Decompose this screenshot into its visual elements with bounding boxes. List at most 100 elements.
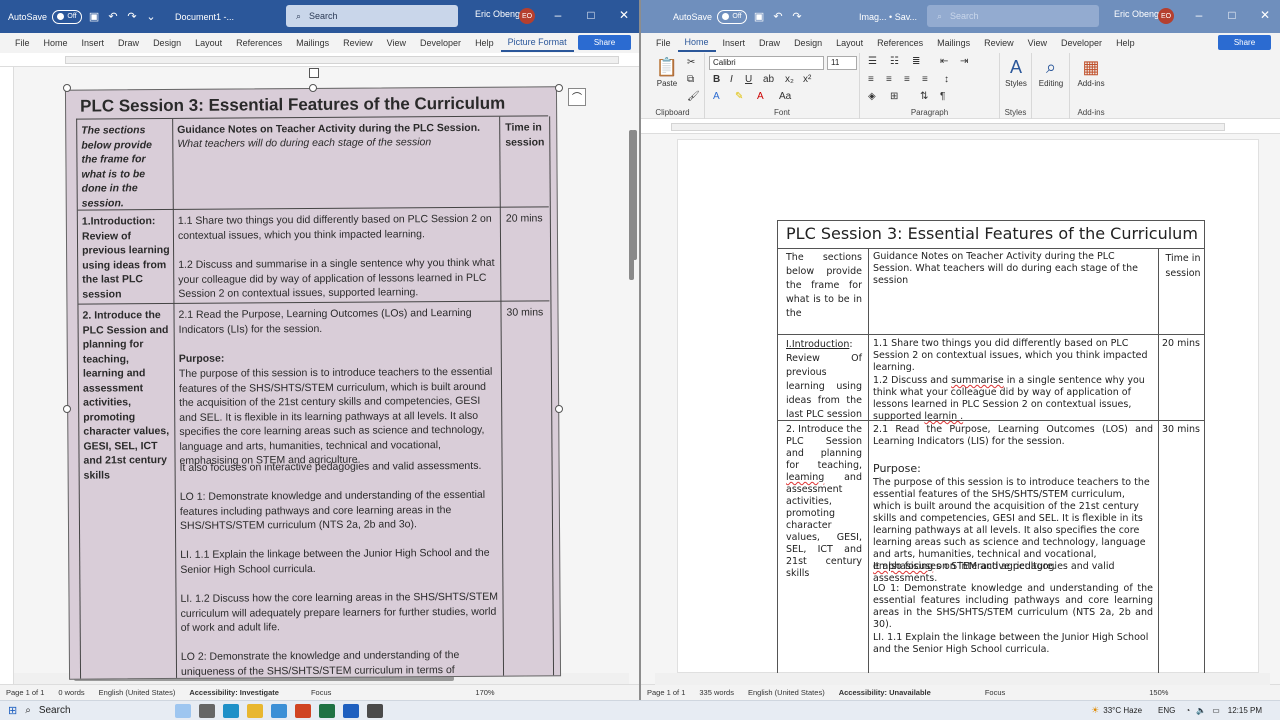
tab-layout[interactable]: Layout [188, 38, 229, 48]
tab-file[interactable]: File [8, 38, 37, 48]
align-left-icon[interactable]: ≡ [868, 74, 874, 85]
page-count[interactable]: Page 1 of 1 [6, 688, 44, 697]
close-icon[interactable]: ✕ [616, 8, 632, 22]
avatar[interactable]: EO [519, 8, 535, 24]
tab-view[interactable]: View [1021, 38, 1054, 48]
document-table[interactable]: PLC Session 3: Essential Features of the… [777, 220, 1205, 674]
autosave-toggle[interactable]: Off [717, 9, 748, 24]
accessibility-status[interactable]: Accessibility: Investigate [189, 688, 279, 697]
weather[interactable]: 33°C Haze [1103, 706, 1142, 715]
zoom-level[interactable]: 150% [1149, 688, 1168, 697]
vertical-ruler[interactable] [0, 67, 14, 687]
increase-indent-icon[interactable]: ⇥ [960, 56, 968, 67]
tab-layout[interactable]: Layout [829, 38, 870, 48]
task-view-icon[interactable] [198, 703, 215, 718]
line-spacing-icon[interactable]: ↕ [944, 74, 949, 85]
tab-picture-format[interactable]: Picture Format [500, 34, 574, 52]
resize-handle[interactable] [555, 405, 563, 413]
tab-references[interactable]: References [229, 38, 289, 48]
undo-icon[interactable]: ↶ [106, 10, 120, 23]
customize-icon[interactable]: ⌄ [144, 10, 158, 23]
tab-home[interactable]: Home [677, 34, 716, 52]
tab-mailings[interactable]: Mailings [289, 38, 336, 48]
paste-button[interactable]: 📋 Paste [649, 57, 685, 88]
font-size-select[interactable]: 11 [827, 56, 857, 70]
tab-view[interactable]: View [380, 38, 413, 48]
resize-handle[interactable] [555, 84, 563, 92]
underline-icon[interactable]: U [745, 74, 752, 85]
language[interactable]: English (United States) [99, 688, 176, 697]
focus-button[interactable]: Focus [985, 688, 1005, 697]
tab-review[interactable]: Review [977, 38, 1021, 48]
tab-help[interactable]: Help [1109, 38, 1142, 48]
tab-mailings[interactable]: Mailings [930, 38, 977, 48]
redo-icon[interactable]: ↷ [790, 10, 804, 23]
vertical-scrollbar[interactable] [1269, 140, 1277, 700]
save-icon[interactable]: ▣ [752, 10, 766, 23]
format-painter-icon[interactable]: 🖌 [687, 91, 700, 102]
widgets-icon[interactable] [174, 703, 191, 718]
start-icon[interactable]: ⊞ [8, 704, 17, 717]
share-button[interactable]: Share [1218, 35, 1271, 50]
powerpoint-icon[interactable] [294, 703, 311, 718]
addins-button[interactable]: ▦ Add-ins [1073, 57, 1109, 88]
tab-design[interactable]: Design [787, 38, 829, 48]
search-box[interactable]: ⌕ Search [286, 5, 458, 27]
tab-draw[interactable]: Draw [111, 38, 146, 48]
edge-icon[interactable] [222, 703, 239, 718]
minimize-icon[interactable]: – [1191, 8, 1207, 22]
resize-handle[interactable] [309, 84, 317, 92]
bold-icon[interactable]: B [713, 74, 720, 85]
editing-button[interactable]: ⌕ Editing [1033, 57, 1069, 88]
tab-insert[interactable]: Insert [75, 38, 112, 48]
resize-handle[interactable] [63, 405, 71, 413]
resize-handle[interactable] [63, 84, 71, 92]
battery-icon[interactable]: ▭ [1212, 706, 1220, 715]
language-indicator[interactable]: ENG [1158, 706, 1175, 715]
change-case-icon[interactable]: Aa [779, 91, 791, 102]
excel-icon[interactable] [318, 703, 335, 718]
tab-developer[interactable]: Developer [413, 38, 468, 48]
volume-icon[interactable]: 🔈 [1196, 706, 1206, 715]
wifi-icon[interactable]: ◔ [1185, 706, 1190, 715]
scroll-thumb[interactable] [632, 130, 637, 260]
borders-icon[interactable]: ⊞ [890, 91, 898, 102]
avatar[interactable]: EO [1158, 8, 1174, 24]
inserted-picture[interactable]: PLC Session 3: Essential Features of the… [64, 86, 562, 680]
word-count[interactable]: 0 words [58, 688, 84, 697]
taskbar-search[interactable]: Search [39, 705, 71, 716]
show-marks-icon[interactable]: ¶ [940, 91, 945, 102]
horizontal-ruler[interactable] [641, 120, 1280, 134]
styles-button[interactable]: A Styles [998, 57, 1034, 88]
decrease-indent-icon[interactable]: ⇤ [940, 56, 948, 67]
text-effects-icon[interactable]: A [713, 91, 720, 102]
tab-draw[interactable]: Draw [752, 38, 787, 48]
page-count[interactable]: Page 1 of 1 [647, 688, 685, 697]
tab-references[interactable]: References [870, 38, 930, 48]
redo-icon[interactable]: ↷ [125, 10, 139, 23]
undo-icon[interactable]: ↶ [771, 10, 785, 23]
file-explorer-icon[interactable] [246, 703, 263, 718]
share-button[interactable]: Share [578, 35, 631, 50]
cut-icon[interactable]: ✂ [687, 57, 695, 68]
zoom-level[interactable]: 170% [475, 688, 494, 697]
accessibility-status[interactable]: Accessibility: Unavailable [839, 688, 931, 697]
minimize-icon[interactable]: – [550, 8, 566, 22]
horizontal-ruler[interactable] [0, 53, 639, 67]
copy-icon[interactable]: ⧉ [687, 74, 694, 85]
language[interactable]: English (United States) [748, 688, 825, 697]
strikethrough-icon[interactable]: ab [763, 74, 774, 85]
align-right-icon[interactable]: ≡ [904, 74, 910, 85]
app-icon[interactable] [366, 703, 383, 718]
bullets-icon[interactable]: ☰ [868, 56, 877, 67]
multilevel-list-icon[interactable]: ≣ [912, 56, 920, 67]
align-center-icon[interactable]: ≡ [886, 74, 892, 85]
shading-icon[interactable]: ◈ [868, 91, 876, 102]
highlight-icon[interactable]: ✎ [735, 91, 743, 102]
rotate-handle[interactable] [309, 68, 319, 78]
chrome-icon[interactable] [270, 703, 287, 718]
tab-file[interactable]: File [649, 38, 678, 48]
maximize-icon[interactable]: □ [583, 8, 599, 22]
subscript-icon[interactable]: x₂ [785, 74, 794, 85]
focus-button[interactable]: Focus [311, 688, 331, 697]
